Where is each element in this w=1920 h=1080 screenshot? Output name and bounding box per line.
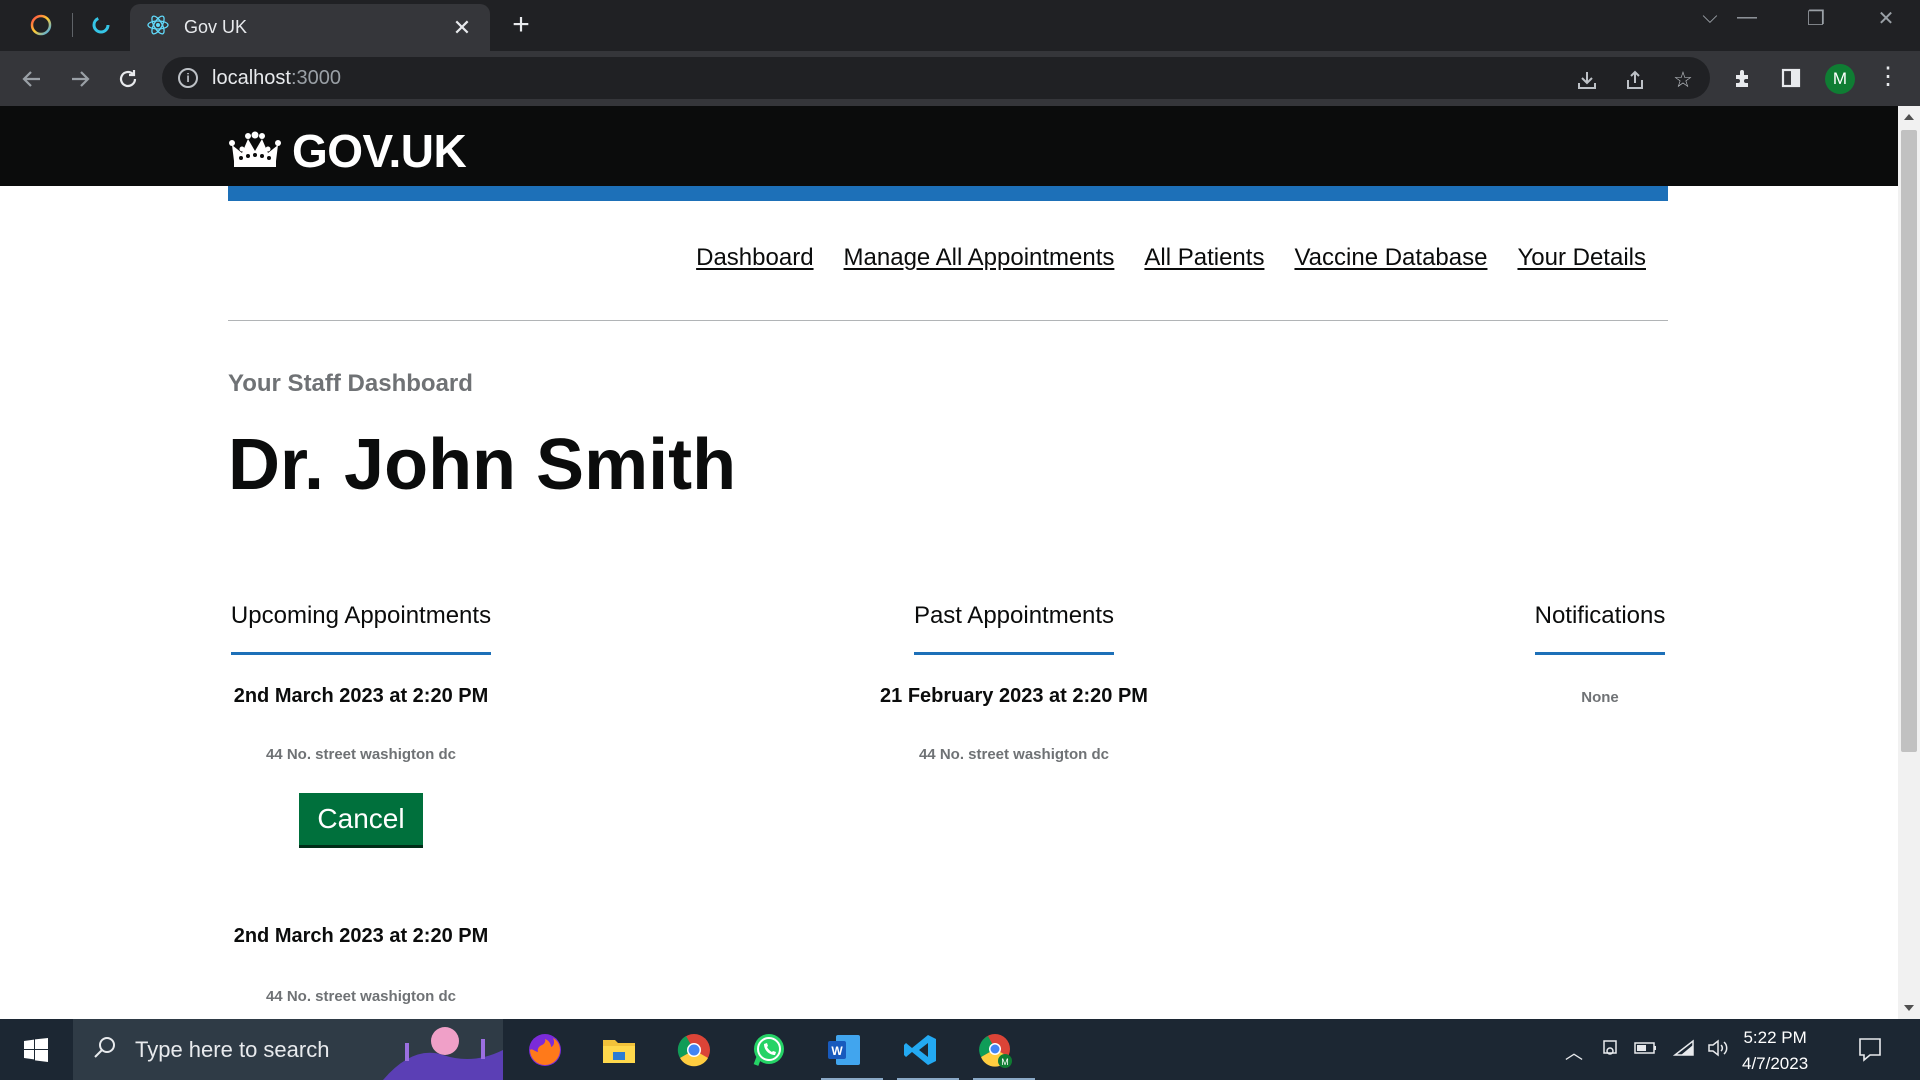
- star-icon[interactable]: ☆: [1670, 67, 1696, 93]
- firefox-icon[interactable]: [522, 1027, 568, 1073]
- clock-time: 5:22 PM: [1743, 1028, 1807, 1047]
- notifications-heading: Notifications: [1534, 602, 1666, 655]
- govuk-header: GOV.UK: [0, 106, 1898, 186]
- vscode-icon[interactable]: [897, 1027, 959, 1080]
- page-viewport: GOV.UK Dashboard Manage All Appointments…: [0, 106, 1898, 1019]
- whatsapp-icon[interactable]: [746, 1027, 792, 1073]
- notification-icon[interactable]: [1856, 1035, 1884, 1063]
- meet-now-icon[interactable]: [1598, 1039, 1622, 1062]
- page-title: Dr. John Smith: [228, 425, 737, 505]
- windows-taskbar: Type here to search W M ︿ 5:22 PM 4/7/20…: [0, 1019, 1920, 1080]
- nav-divider: [228, 320, 1668, 321]
- forward-arrow-icon[interactable]: [64, 63, 96, 95]
- appointment-address: 44 No. street washigton dc: [918, 746, 1110, 763]
- chevron-up-icon[interactable]: ︿: [1562, 1039, 1586, 1065]
- battery-icon[interactable]: [1634, 1039, 1658, 1060]
- govuk-logo[interactable]: GOV.UK: [228, 124, 467, 178]
- page-caption: Your Staff Dashboard: [228, 370, 473, 397]
- search-highlight-art: [383, 1025, 503, 1080]
- windows-icon[interactable]: [0, 1019, 72, 1080]
- tab-search-icon[interactable]: ⌵: [1690, 6, 1730, 29]
- svg-text:W: W: [831, 1044, 843, 1058]
- puzzle-icon[interactable]: [1728, 63, 1758, 93]
- reload-icon[interactable]: [112, 63, 144, 95]
- nav-manage-all-appointments[interactable]: Manage All Appointments: [844, 244, 1115, 272]
- chrome-profile-icon[interactable]: M: [973, 1027, 1035, 1080]
- back-arrow-icon[interactable]: [16, 63, 48, 95]
- past-appointments-column: Past Appointments 21 February 2023 at 2:…: [862, 602, 1166, 763]
- past-appointments-heading: Past Appointments: [913, 602, 1115, 655]
- upcoming-appointments-heading: Upcoming Appointments: [230, 602, 492, 655]
- clock-date: 4/7/2023: [1742, 1054, 1809, 1073]
- nav-your-details[interactable]: Your Details: [1517, 244, 1646, 272]
- header-blue-bar: [228, 186, 1668, 201]
- wifi-icon[interactable]: [1672, 1039, 1696, 1062]
- upcoming-appointments-column: Upcoming Appointments 2nd March 2023 at …: [228, 602, 494, 1005]
- menu-icon[interactable]: ⋮: [1876, 62, 1900, 91]
- minimize-icon[interactable]: —: [1727, 6, 1767, 29]
- share-icon[interactable]: [1622, 67, 1648, 93]
- main-navigation: Dashboard Manage All Appointments All Pa…: [696, 244, 1646, 272]
- install-icon[interactable]: [1574, 67, 1600, 93]
- close-tab-icon[interactable]: ✕: [450, 15, 474, 41]
- nav-dashboard[interactable]: Dashboard: [696, 244, 813, 272]
- info-icon[interactable]: i: [178, 68, 198, 88]
- chrome-icon[interactable]: [671, 1027, 717, 1073]
- close-window-icon[interactable]: ✕: [1866, 6, 1906, 31]
- notifications-empty-text: None: [1581, 689, 1619, 706]
- appointment-address: 44 No. street washigton dc: [265, 746, 457, 763]
- new-tab-button[interactable]: +: [506, 10, 536, 40]
- profile-avatar[interactable]: M: [1825, 64, 1855, 94]
- react-icon: [146, 13, 170, 42]
- taskbar-search[interactable]: Type here to search: [73, 1019, 503, 1080]
- browser-tab-bar: Gov UK ✕ + ⌵ — ❐ ✕: [0, 0, 1920, 51]
- tab-gov-uk[interactable]: Gov UK ✕: [130, 4, 490, 51]
- logo-text: GOV.UK: [292, 125, 467, 177]
- address-bar[interactable]: i localhost:3000 ☆: [162, 57, 1710, 99]
- crown-icon: [228, 131, 282, 171]
- volume-icon[interactable]: [1706, 1039, 1730, 1062]
- nav-vaccine-database[interactable]: Vaccine Database: [1294, 244, 1487, 272]
- tab-separator: [72, 13, 73, 37]
- cancel-button[interactable]: Cancel: [299, 793, 423, 845]
- browser-toolbar: i localhost:3000 ☆: [0, 51, 1920, 106]
- search-icon: [93, 1035, 117, 1064]
- url-text: localhost:3000: [212, 66, 341, 89]
- restore-icon[interactable]: ❐: [1796, 6, 1836, 31]
- scroll-down-icon[interactable]: [1904, 1005, 1914, 1011]
- appointment-address: 44 No. street washigton dc: [265, 988, 457, 1005]
- notifications-column: Notifications None: [1532, 602, 1668, 706]
- appointment-time: 21 February 2023 at 2:20 PM: [880, 685, 1148, 707]
- appointment-time: 2nd March 2023 at 2:20 PM: [233, 685, 489, 707]
- side-panel-icon[interactable]: [1776, 63, 1806, 93]
- scroll-thumb[interactable]: [1901, 130, 1917, 752]
- nav-all-patients[interactable]: All Patients: [1144, 244, 1264, 272]
- svg-text:M: M: [1001, 1057, 1009, 1067]
- appointment-time: 2nd March 2023 at 2:20 PM: [233, 925, 489, 947]
- file-explorer-icon[interactable]: [596, 1027, 642, 1073]
- tab-title: Gov UK: [184, 17, 248, 37]
- system-clock[interactable]: 5:22 PM 4/7/2023: [1742, 1025, 1808, 1077]
- page-scrollbar[interactable]: [1898, 106, 1920, 1019]
- word-icon[interactable]: W: [821, 1027, 883, 1080]
- search-placeholder: Type here to search: [135, 1036, 330, 1062]
- circle-app-icon[interactable]: [26, 10, 56, 40]
- extension-app-icon[interactable]: [86, 10, 116, 40]
- scroll-up-icon[interactable]: [1904, 114, 1914, 120]
